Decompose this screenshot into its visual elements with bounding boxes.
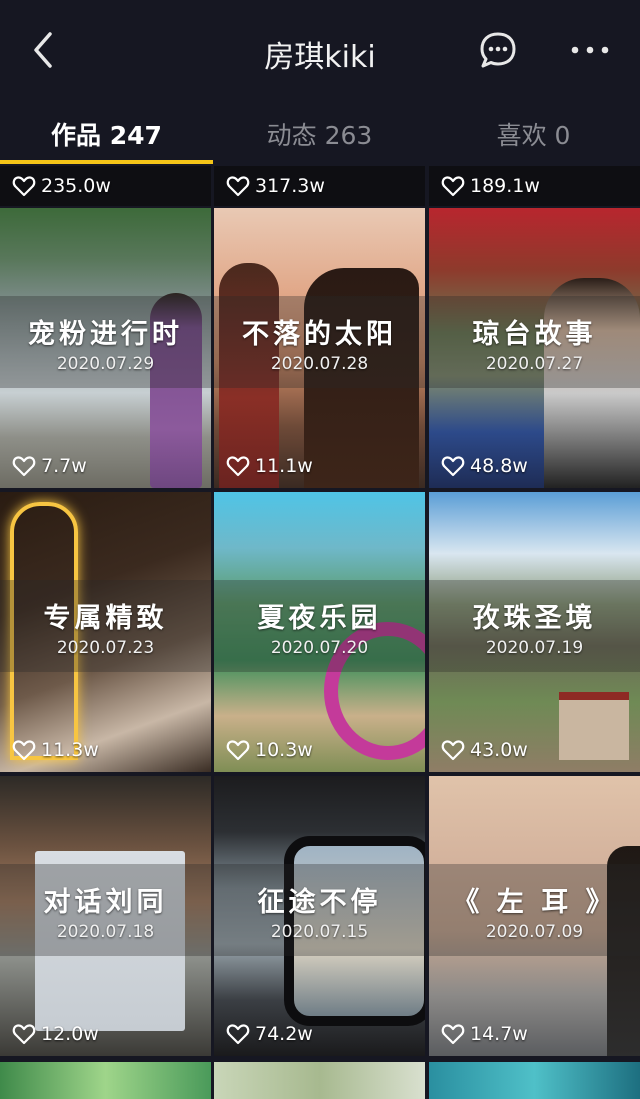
video-card-partial[interactable] [429,1062,640,1099]
video-title: 宠粉进行时 [28,319,183,350]
video-title: 琼台故事 [472,319,597,350]
ellipsis-icon[interactable] [568,34,612,66]
like-count: 7.7w [12,454,87,478]
video-grid: 235.0w 317.3w 189.1w 宠粉进行时 2020.07.29 7.… [0,166,640,1099]
video-card[interactable]: 《 左 耳 》 2020.07.09 14.7w [429,776,640,1056]
video-thumbnail [0,1062,211,1099]
tab-works[interactable]: 作品 247 [0,116,213,152]
tab-likes[interactable]: 喜欢 0 [427,116,640,152]
chat-bubble-icon[interactable] [478,30,518,70]
video-title: 专属精致 [43,603,168,634]
like-count-text: 11.1w [255,455,313,477]
heart-icon [441,1024,465,1045]
like-count-text: 235.0w [41,175,111,197]
like-count: 11.3w [12,738,99,762]
like-count: 235.0w [12,174,111,198]
video-date: 2020.07.28 [270,354,369,374]
like-count: 48.8w [441,454,528,478]
video-card[interactable]: 不落的太阳 2020.07.28 11.1w [214,208,425,488]
like-count: 11.1w [226,454,313,478]
video-title: 《 左 耳 》 [452,887,617,918]
like-count-text: 10.3w [255,739,313,761]
video-card[interactable]: 孜珠圣境 2020.07.19 43.0w [429,492,640,772]
like-count-text: 189.1w [470,175,540,197]
video-card-partial[interactable]: 189.1w [429,166,640,206]
like-count-text: 43.0w [470,739,528,761]
video-date: 2020.07.23 [56,638,155,658]
video-date: 2020.07.19 [485,638,584,658]
heart-icon [441,740,465,761]
heart-icon [441,176,465,197]
video-card[interactable]: 琼台故事 2020.07.27 48.8w [429,208,640,488]
like-count-text: 74.2w [255,1023,313,1045]
like-count: 10.3w [226,738,313,762]
profile-name: 房琪kiki [264,40,376,75]
heart-icon [441,456,465,477]
video-title: 对话刘同 [43,887,168,918]
video-date: 2020.07.29 [56,354,155,374]
building [559,692,629,760]
like-count-text: 317.3w [255,175,325,197]
video-title: 夏夜乐园 [257,603,382,634]
like-count-text: 7.7w [41,455,87,477]
like-count: 317.3w [226,174,325,198]
video-card[interactable]: 夏夜乐园 2020.07.20 10.3w [214,492,425,772]
video-title: 征途不停 [257,887,382,918]
video-date: 2020.07.15 [270,922,369,942]
video-card-partial[interactable] [0,1062,211,1099]
video-card-partial[interactable]: 317.3w [214,166,425,206]
like-count: 43.0w [441,738,528,762]
video-card[interactable]: 宠粉进行时 2020.07.29 7.7w [0,208,211,488]
video-card-partial[interactable]: 235.0w [0,166,211,206]
heart-icon [226,740,250,761]
video-title: 孜珠圣境 [472,603,597,634]
video-date: 2020.07.27 [485,354,584,374]
like-count-text: 12.0w [41,1023,99,1045]
video-card[interactable]: 征途不停 2020.07.15 74.2w [214,776,425,1056]
chevron-left-icon[interactable] [26,30,62,70]
video-thumbnail [429,1062,640,1099]
video-title: 不落的太阳 [242,319,397,350]
video-date: 2020.07.09 [485,922,584,942]
heart-icon [226,1024,250,1045]
video-card-partial[interactable] [214,1062,425,1099]
like-count: 14.7w [441,1022,528,1046]
video-card[interactable]: 专属精致 2020.07.23 11.3w [0,492,211,772]
like-count: 189.1w [441,174,540,198]
heart-icon [12,176,36,197]
video-date: 2020.07.18 [56,922,155,942]
heart-icon [226,176,250,197]
active-tab-indicator [0,160,213,164]
profile-tabs: 作品 247 动态 263 喜欢 0 [0,100,640,166]
video-date: 2020.07.20 [270,638,369,658]
video-card[interactable]: 对话刘同 2020.07.18 12.0w [0,776,211,1056]
tab-activity[interactable]: 动态 263 [213,116,426,152]
like-count-text: 48.8w [470,455,528,477]
like-count-text: 14.7w [470,1023,528,1045]
like-count: 12.0w [12,1022,99,1046]
like-count: 74.2w [226,1022,313,1046]
top-bar: 房琪kiki [0,0,640,100]
heart-icon [12,456,36,477]
heart-icon [12,1024,36,1045]
video-thumbnail [214,1062,425,1099]
like-count-text: 11.3w [41,739,99,761]
heart-icon [226,456,250,477]
heart-icon [12,740,36,761]
